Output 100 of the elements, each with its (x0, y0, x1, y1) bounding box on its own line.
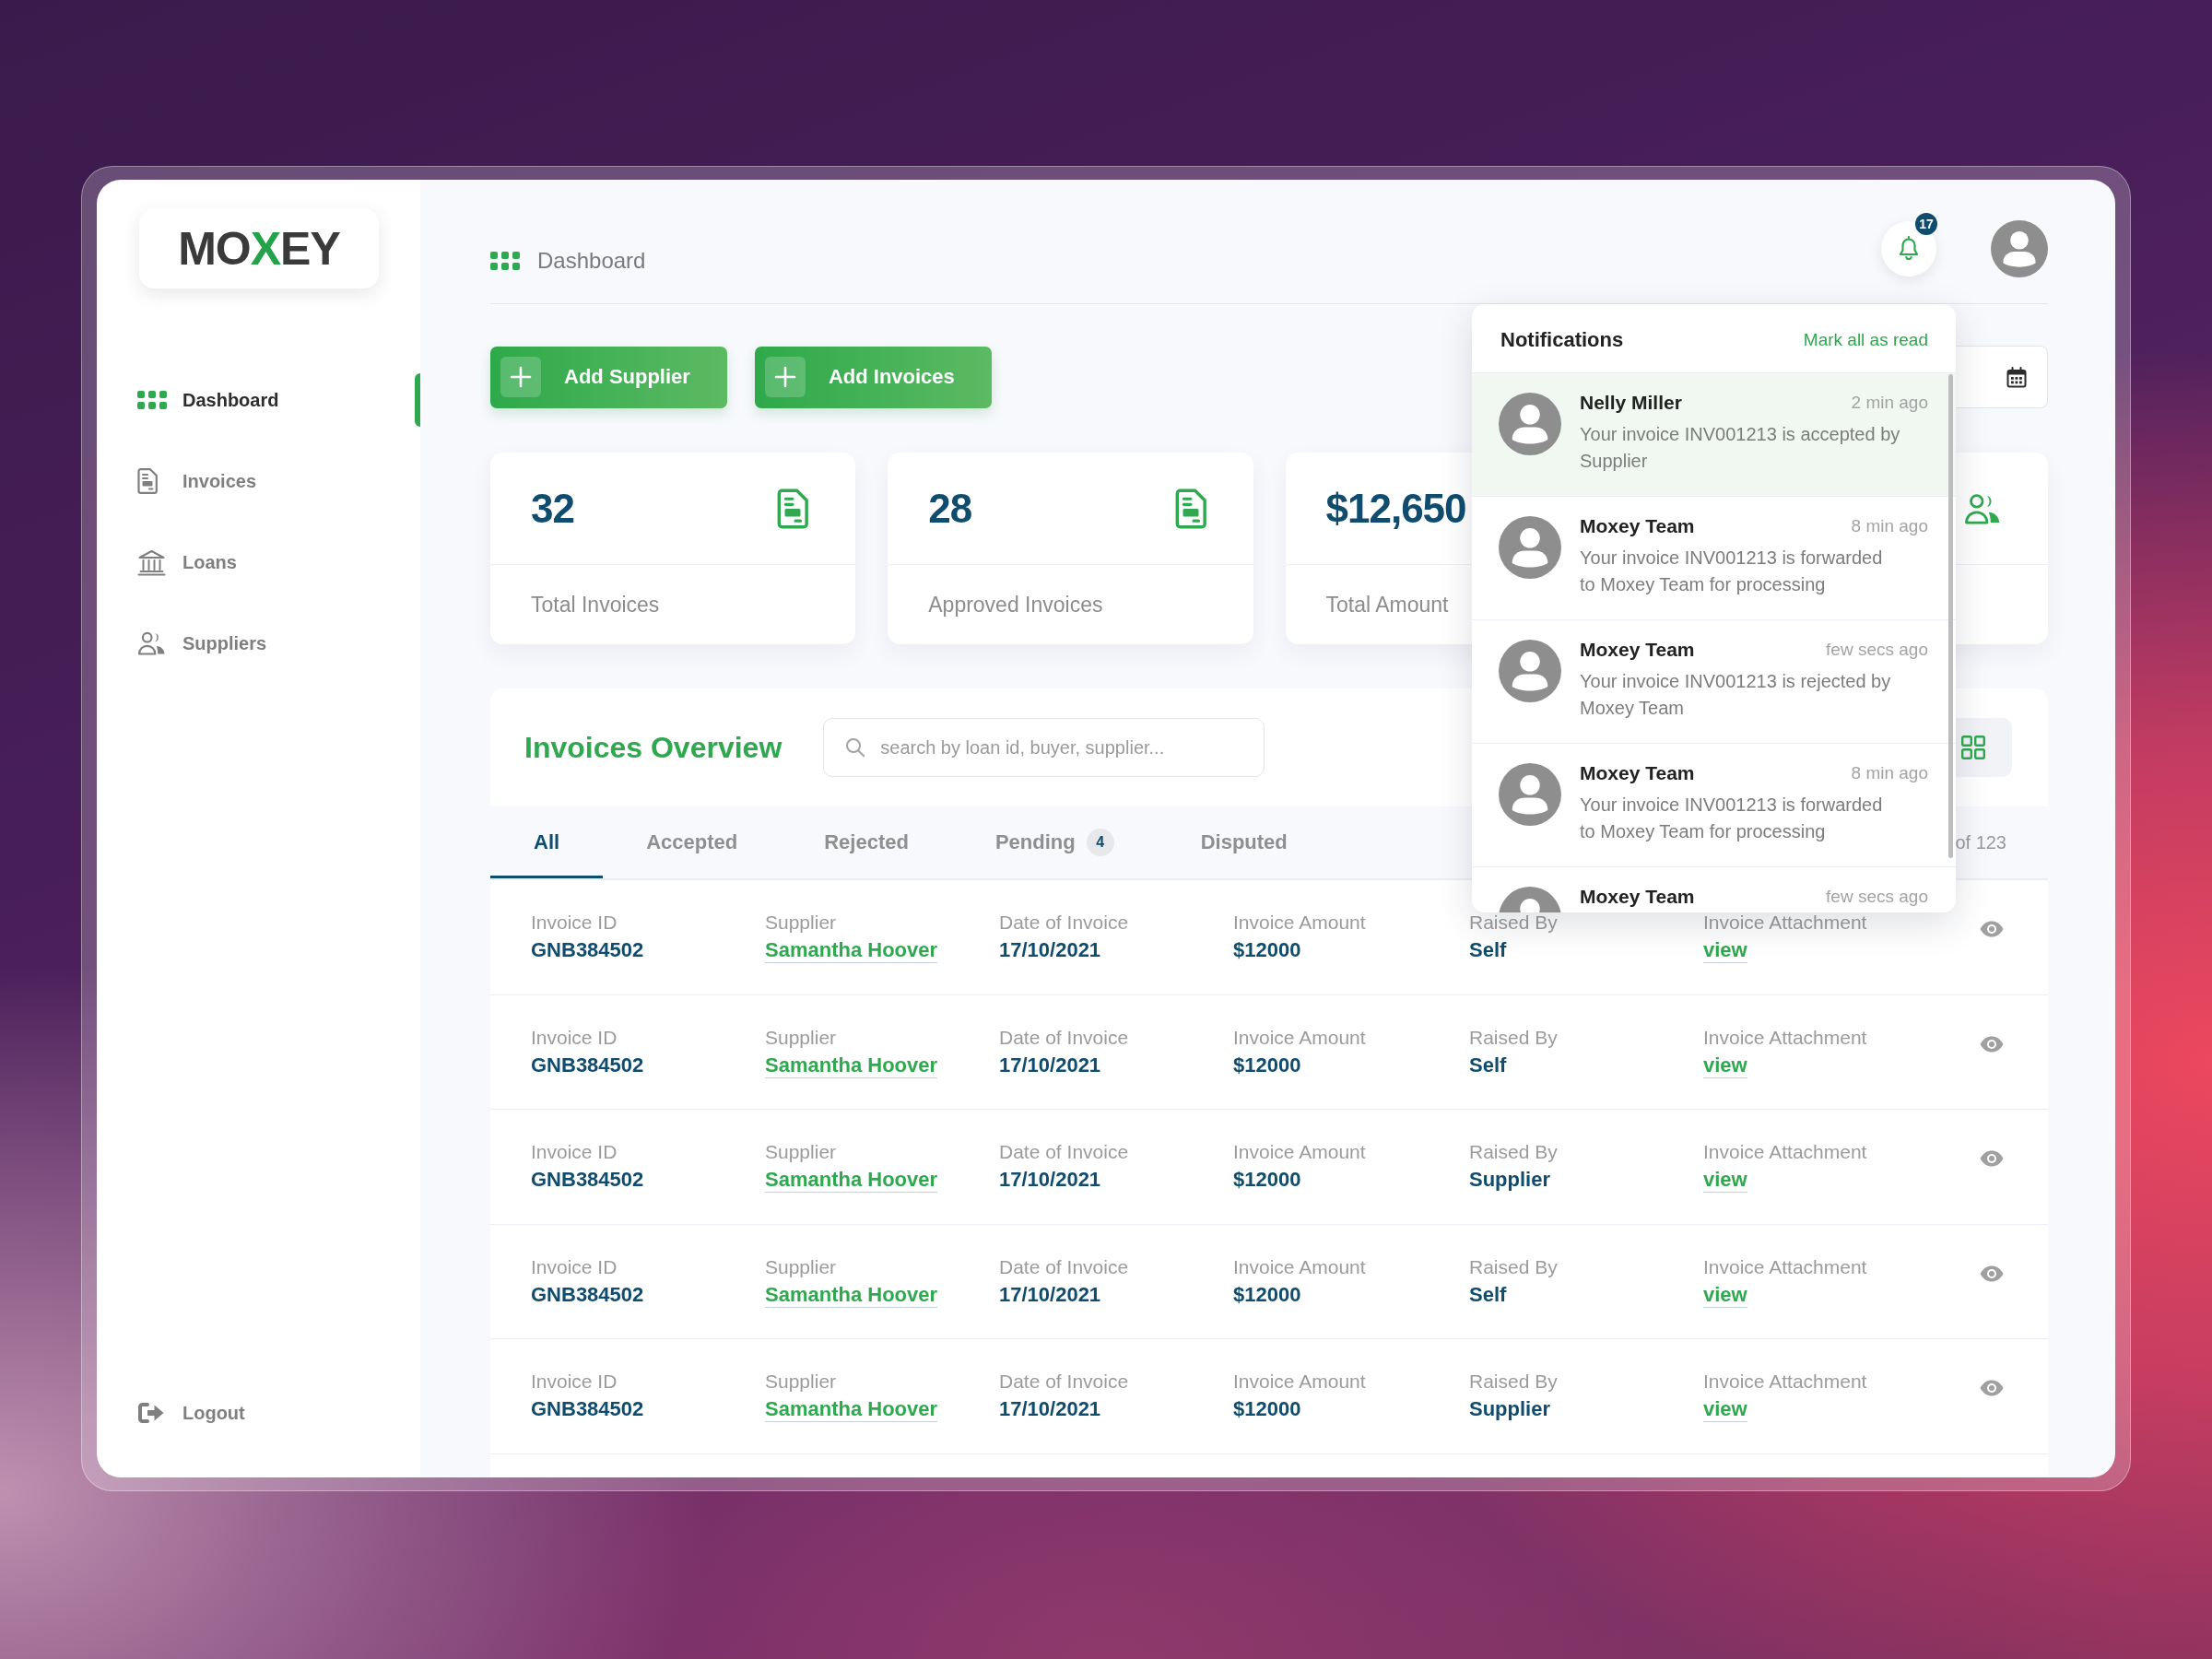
table-link[interactable]: Samantha Hoover (765, 1053, 938, 1078)
logout-link[interactable]: Logout (97, 1386, 420, 1440)
sidebar-item[interactable]: Loans (97, 535, 420, 589)
sidebar-item[interactable]: Dashboard (97, 373, 420, 427)
cell-value: GNB384502 (531, 1168, 644, 1193)
cell-label: Supplier (765, 911, 837, 935)
sender-name: Moxey Team (1580, 515, 1695, 537)
notification-item[interactable]: Moxey Team 8 min ago Your invoice INV001213 is forwarded to Moxey Team for processing (1472, 497, 1956, 620)
eye-icon[interactable] (1980, 921, 2004, 937)
tab[interactable]: All (490, 806, 604, 878)
cell-label: Invoice ID (531, 1254, 618, 1279)
cell-label: Invoice Amount (1233, 1370, 1366, 1394)
table-link[interactable]: Samantha Hoover (765, 1168, 938, 1194)
notification-time: 8 min ago (1851, 516, 1928, 536)
tab[interactable]: Pending 4 (951, 806, 1158, 878)
pagination-text: of 123 (1955, 831, 2007, 853)
scrollbar-thumb[interactable] (1948, 374, 1953, 858)
search-icon (845, 737, 866, 758)
notification-time: 8 min ago (1851, 763, 1928, 783)
cell-label: Raised By (1469, 1254, 1558, 1279)
grid-icon (1961, 735, 1985, 759)
search-field[interactable]: search by loan id, buyer, supplier... (823, 718, 1265, 777)
notification-item[interactable]: Moxey Team few secs ago (1472, 867, 1956, 912)
count-badge: 4 (1086, 829, 1114, 856)
tab[interactable]: Accepted (603, 806, 782, 878)
cell-value: Self (1469, 938, 1507, 962)
notification-item[interactable]: Nelly Miller 2 min ago Your invoice INV001213 is accepted by Supplier (1472, 373, 1956, 497)
table-link[interactable]: view (1703, 1053, 1747, 1078)
sender-name: Moxey Team (1580, 639, 1695, 661)
stat-value: 28 (928, 485, 972, 532)
eye-icon[interactable] (1980, 1380, 2004, 1397)
document-icon (777, 488, 809, 529)
cell-value: GNB384502 (531, 938, 644, 962)
cell-value: Supplier (1469, 1168, 1550, 1193)
avatar-icon[interactable] (1991, 219, 2048, 277)
eye-icon[interactable] (1980, 1265, 2004, 1282)
cell-value: 17/10/2021 (999, 1168, 1101, 1193)
tab[interactable]: Disputed (1157, 806, 1331, 878)
sidebar-item[interactable]: Invoices (97, 454, 420, 508)
tab[interactable]: Rejected (781, 806, 952, 878)
notification-time: few secs ago (1826, 640, 1928, 660)
add-button[interactable]: Add Supplier (490, 346, 727, 408)
logout-icon (137, 1402, 165, 1424)
cell-label: Invoice Attachment (1703, 1025, 1867, 1050)
cell-value: 17/10/2021 (999, 938, 1101, 962)
table-link[interactable]: Samantha Hoover (765, 938, 938, 963)
cell-value: 17/10/2021 (999, 1282, 1101, 1307)
sender-name: Moxey Team (1580, 762, 1695, 784)
cell-label: Invoice Amount (1233, 911, 1366, 935)
eye-icon[interactable] (1980, 1035, 2004, 1053)
table-link[interactable]: Samantha Hoover (765, 1397, 938, 1423)
users-icon (137, 631, 166, 655)
notification-item[interactable]: Moxey Team 8 min ago Your invoice INV001213 is forwarded to Moxey Team for processing (1472, 744, 1956, 867)
document-icon (137, 468, 158, 494)
count-badge: 17 (1913, 210, 1939, 237)
stat-label: Approved Invoices (928, 592, 1103, 618)
panel-title: Invoices Overview (524, 730, 782, 765)
sender-name: Moxey Team (1580, 886, 1695, 908)
cell-value: 17/10/2021 (999, 1053, 1101, 1077)
cell-label: Date of Invoice (999, 911, 1129, 935)
cell-label: Invoice Amount (1233, 1254, 1366, 1279)
cell-label: Supplier (765, 1140, 837, 1165)
notification-message: Your invoice INV001213 is forwarded to Moxey Team for processing (1580, 547, 1884, 596)
cell-label: Supplier (765, 1370, 837, 1394)
notification-message: Your invoice INV001213 is forwarded to Moxey Team for processing (1580, 794, 1884, 843)
cell-value: GNB384502 (531, 1282, 644, 1307)
cell-label: Raised By (1469, 911, 1558, 935)
table-link[interactable]: view (1703, 1282, 1747, 1308)
document-icon (1174, 488, 1206, 529)
eye-icon[interactable] (1980, 1150, 2004, 1168)
sidebar-item[interactable]: Suppliers (97, 617, 420, 670)
users-icon (1964, 492, 2001, 524)
table-link[interactable]: view (1703, 938, 1747, 963)
cell-value: Self (1469, 1282, 1507, 1307)
cell-label: Date of Invoice (999, 1025, 1129, 1050)
stat-label: Total Invoices (531, 592, 660, 618)
panel-title: Notifications (1500, 328, 1624, 352)
cell-label: Invoice Amount (1233, 1025, 1366, 1050)
cell-value: $12000 (1233, 938, 1301, 962)
active-indicator (415, 373, 420, 427)
table-link[interactable]: view (1703, 1168, 1747, 1194)
stat-value: $12,650 (1325, 485, 1466, 532)
cell-label: Raised By (1469, 1370, 1558, 1394)
mark-all-read-link[interactable]: Mark all as read (1803, 330, 1928, 350)
cell-value: Supplier (1469, 1397, 1550, 1422)
add-button[interactable]: Add Invoices (754, 346, 992, 408)
cell-label: Invoice ID (531, 911, 618, 935)
notification-item[interactable]: Moxey Team few secs ago Your invoice INV001213 is rejected by Moxey Team (1472, 620, 1956, 744)
cell-label: Invoice Attachment (1703, 1254, 1867, 1279)
plus-icon (764, 357, 806, 397)
grid-icon (490, 251, 520, 270)
page-title: Dashboard (537, 247, 646, 274)
notification-time: few secs ago (1826, 887, 1928, 907)
avatar-icon (1499, 763, 1561, 826)
cell-label: Invoice Attachment (1703, 1370, 1867, 1394)
table-link[interactable]: view (1703, 1397, 1747, 1423)
cell-value: $12000 (1233, 1168, 1301, 1193)
table-link[interactable]: Samantha Hoover (765, 1282, 938, 1308)
notification-message: Your invoice INV001213 is accepted by Supplier (1580, 423, 1901, 473)
cell-value: 17/10/2021 (999, 1397, 1101, 1422)
